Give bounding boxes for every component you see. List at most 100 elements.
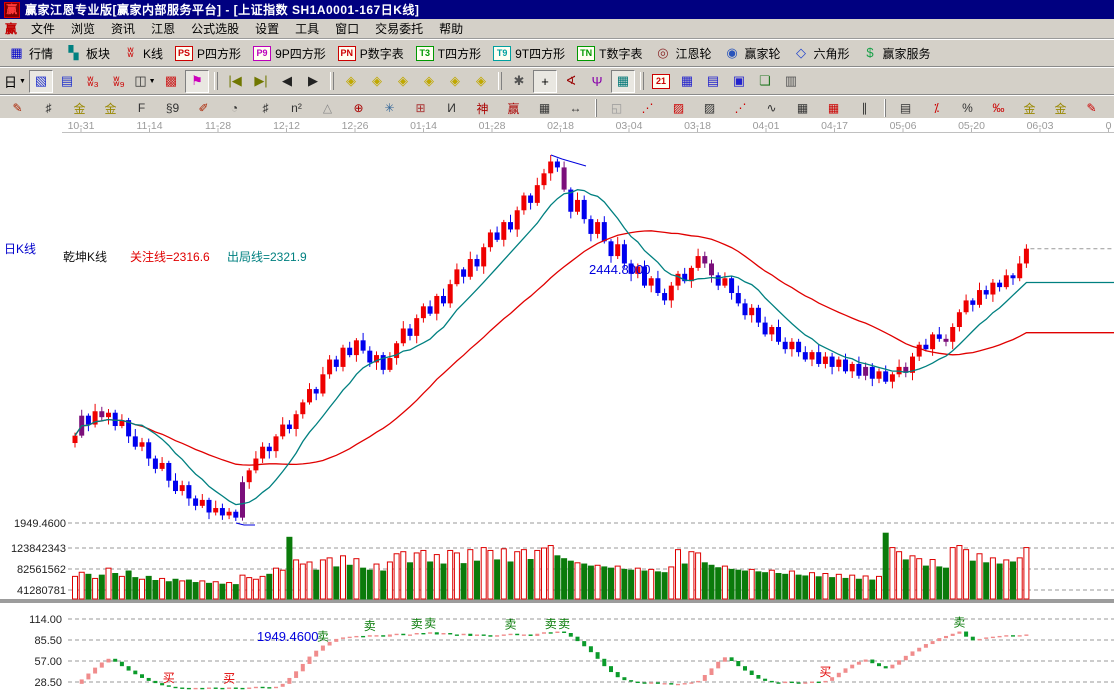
export-icon[interactable]: ❏	[753, 70, 777, 93]
kline-button[interactable]: ʬ K线	[116, 43, 169, 64]
gann-diamond-down[interactable]: ◈	[417, 70, 441, 93]
crosshair-tool[interactable]: +	[533, 69, 557, 93]
gann-diamond-all[interactable]: ◈	[469, 70, 493, 93]
candle-style-selector-dropdown-icon[interactable]: ▼	[149, 78, 156, 85]
candlestick-series[interactable]	[72, 155, 1029, 521]
calculator-icon[interactable]: ▦	[675, 70, 699, 93]
square-web-tool[interactable]: ⊞	[406, 98, 435, 119]
red-fan-tool[interactable]: ⋰	[633, 98, 662, 119]
permille-tool[interactable]: ‰	[984, 98, 1013, 119]
shen-ruler-tool[interactable]: 神	[468, 98, 497, 119]
kline-chart-canvas[interactable]: 10-31 11-14 11-28 12-12 12-26 01-14 01-28 02-18…	[0, 118, 1114, 691]
seven-percent-tool[interactable]: ⁒	[922, 98, 951, 119]
hatch-box-tool[interactable]: ▨	[695, 98, 724, 119]
period-selector-dropdown-icon[interactable]: ▼	[19, 78, 26, 85]
small-fan-tool[interactable]: ⋰	[726, 98, 755, 119]
volume-bar	[98, 574, 105, 600]
menu-item-资讯[interactable]: 资讯	[103, 21, 143, 37]
menu-item-设置[interactable]: 设置	[247, 21, 287, 37]
grid-black-tool[interactable]: ▦	[788, 98, 817, 119]
calendar-icon[interactable]: 21	[649, 70, 673, 93]
remote-assist-icon[interactable]: ▥	[779, 70, 803, 93]
title-bar[interactable]: 赢 赢家江恩专业版[赢家内部服务平台] - [上证指数 SH1A0001-167…	[0, 0, 1114, 19]
wave9-icon[interactable]: ʬ₉	[107, 70, 131, 93]
knife-bars-tool[interactable]: ✎	[1077, 98, 1106, 119]
hexagon-button[interactable]: ◇ 六角形	[787, 43, 856, 64]
gold-circle-tool[interactable]: 金	[1015, 98, 1044, 119]
t-number-table-button[interactable]: TN T数字表	[571, 43, 648, 64]
window-adjust-tool[interactable]: ◱	[602, 98, 631, 119]
9t-square-button[interactable]: T9 9T四方形	[487, 43, 571, 64]
knife-tool[interactable]: ✎	[3, 98, 32, 119]
gann-diamond-left[interactable]: ◈	[339, 70, 363, 93]
info-panel-icon[interactable]: ▤	[55, 70, 79, 93]
gold-ruler2-tool[interactable]: 金	[96, 98, 125, 119]
gold-bars-tool[interactable]: 金	[1046, 98, 1075, 119]
protractor-tool[interactable]: △	[313, 98, 342, 119]
candle-style-selector[interactable]: ◫ ▼	[133, 70, 157, 93]
chart-window-icon[interactable]: ▧	[29, 69, 53, 93]
zigzag-tool[interactable]: ∿	[757, 98, 786, 119]
fan-box-tool[interactable]: ▨	[664, 98, 693, 119]
chart-region[interactable]: 10-31 11-14 11-28 12-12 12-26 01-14 01-28 02-18…	[0, 118, 1114, 691]
gann-diamond-up[interactable]: ◈	[391, 70, 415, 93]
span-arrow-tool[interactable]: ↔	[561, 98, 590, 119]
step-forward-button[interactable]: ▶	[301, 70, 325, 93]
menu-item-交易委托[interactable]: 交易委托	[367, 21, 431, 37]
menu-item-窗口[interactable]: 窗口	[327, 21, 367, 37]
maze-tool[interactable]: ▦	[611, 69, 635, 93]
gann-diamond-center[interactable]: ◈	[443, 70, 467, 93]
f-ruler-tool[interactable]: F	[127, 98, 156, 119]
percent-bars-tool[interactable]: ▤	[891, 98, 920, 119]
step-back-button[interactable]: ◀	[275, 70, 299, 93]
market-quotes-button[interactable]: ▦ 行情	[2, 43, 59, 64]
grid-red-tool[interactable]: ▦	[819, 98, 848, 119]
gold-ruler-tool[interactable]: 金	[65, 98, 94, 119]
volume-bar	[252, 578, 259, 600]
p-square-button[interactable]: PS P四方形	[169, 43, 247, 64]
energy-bar	[676, 683, 680, 686]
gann-diamond-right[interactable]: ◈	[365, 70, 389, 93]
qiankun-kline-icon[interactable]: ▩	[159, 70, 183, 93]
menu-item-帮助[interactable]: 帮助	[431, 21, 471, 37]
hash-ruler-tool[interactable]: ♯	[251, 98, 280, 119]
hand-tool[interactable]: ✱	[507, 70, 531, 93]
p-number-table-button[interactable]: PN P数字表	[332, 43, 410, 64]
winner-wheel-button[interactable]: ◉ 赢家轮	[717, 43, 786, 64]
jiang-wave-tool[interactable]: 江	[1108, 98, 1114, 119]
star-web-tool[interactable]: ✳	[375, 98, 404, 119]
notes-icon[interactable]: ▤	[701, 70, 725, 93]
menu-item-浏览[interactable]: 浏览	[63, 21, 103, 37]
spiral9-tool[interactable]: §9	[158, 98, 187, 119]
jump-first-button[interactable]: |◀	[223, 70, 247, 93]
jump-last-button[interactable]: ▶|	[249, 70, 273, 93]
volume-series[interactable]	[72, 532, 1030, 600]
winner-service-button[interactable]: $ 赢家服务	[856, 43, 937, 64]
menu-item-工具[interactable]: 工具	[287, 21, 327, 37]
menu-item-文件[interactable]: 文件	[23, 21, 63, 37]
ruler-tool[interactable]: ♯	[34, 98, 63, 119]
win-ruler-tool[interactable]: 赢	[499, 98, 528, 119]
n-square-tool[interactable]: n²	[282, 98, 311, 119]
t-square-button[interactable]: T3 T四方形	[410, 43, 487, 64]
grid123-tool[interactable]: ▦	[530, 98, 559, 119]
time-dial-tool[interactable]: ◔	[220, 98, 249, 119]
save-icon[interactable]: ▣	[727, 70, 751, 93]
menu-item-公式选股[interactable]: 公式选股	[183, 21, 247, 37]
9p-square-button[interactable]: P9 9P四方形	[247, 43, 332, 64]
percent-tool[interactable]: %	[953, 98, 982, 119]
wave3-icon[interactable]: ʬ₃	[81, 70, 105, 93]
n-wave-tool[interactable]: И	[437, 98, 466, 119]
wave-tool[interactable]: Ψ	[585, 70, 609, 93]
angle-measure-tool[interactable]: ∢	[559, 70, 583, 93]
sector-blocks-button[interactable]: ▚ 板块	[59, 43, 116, 64]
parallel-lines-tool[interactable]: ∥	[850, 98, 879, 119]
color-flag-icon[interactable]: ⚑	[185, 69, 209, 93]
period-selector[interactable]: 日 ▼	[3, 70, 27, 93]
child-window-icon[interactable]: 赢	[5, 20, 17, 37]
menu-item-江恩[interactable]: 江恩	[143, 21, 183, 37]
knife2-tool[interactable]: ✐	[189, 98, 218, 119]
gann-wheel-button[interactable]: ◎ 江恩轮	[648, 43, 717, 64]
pane-separator	[0, 599, 1114, 603]
compass-tool[interactable]: ⊕	[344, 98, 373, 119]
